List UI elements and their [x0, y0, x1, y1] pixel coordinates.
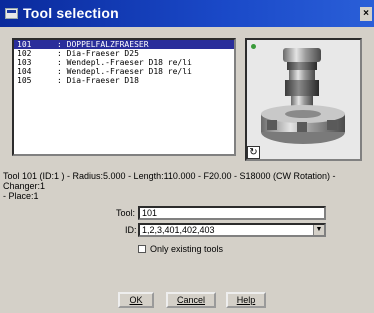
tool-list-item[interactable]: 101 : DOPPELFALZFRAESER [14, 40, 234, 49]
window-icon [5, 8, 18, 19]
tool-list-item[interactable]: 102 : Dia-Fraeser D25 [14, 49, 234, 58]
tool-number: 105 [17, 76, 32, 85]
tool-name: : Wendepl.-Fraeser D18 re/li [57, 58, 192, 67]
tool-number: 101 [17, 40, 32, 49]
tool-name: : Dia-Fraeser D18 [57, 76, 139, 85]
tool-number: 104 [17, 67, 32, 76]
refresh-icon[interactable]: ↻ [247, 146, 260, 159]
tool-list[interactable]: 101 : DOPPELFALZFRAESER 102 : Dia-Fraeser … [12, 38, 236, 156]
help-button[interactable]: Help [226, 292, 266, 308]
tool-list-item[interactable]: 104 : Wendepl.-Fraeser D18 re/li [14, 67, 234, 76]
tool-image [261, 48, 345, 144]
tool-list-item[interactable]: 103 : Wendepl.-Fraeser D18 re/li [14, 58, 234, 67]
tool-label: Tool: [116, 208, 136, 218]
tool-name: : Dia-Fraeser D25 [57, 49, 139, 58]
tool-number: 102 [17, 49, 32, 58]
tool-name: : DOPPELFALZFRAESER [57, 40, 149, 49]
tool-preview: ↻ [245, 38, 362, 161]
close-button[interactable]: × [360, 7, 372, 21]
ok-button[interactable]: OK [118, 292, 154, 308]
chevron-down-icon[interactable]: ▼ [313, 225, 324, 235]
id-dropdown[interactable]: 1,2,3,401,402,403 ▼ [138, 223, 326, 237]
cancel-button[interactable]: Cancel [166, 292, 216, 308]
tool-info: Tool 101 (ID:1 ) - Radius:5.000 - Length… [3, 171, 365, 201]
window-title: Tool selection [23, 5, 119, 21]
tool-number: 103 [17, 58, 32, 67]
tool-name: : Wendepl.-Fraeser D18 re/li [57, 67, 192, 76]
only-existing-label: Only existing tools [150, 244, 224, 254]
tool-list-item[interactable]: 105 : Dia-Fraeser D18 [14, 76, 234, 85]
title-bar: Tool selection × [0, 0, 374, 27]
tool-input[interactable]: 101 [138, 206, 326, 220]
only-existing-checkbox[interactable] [138, 245, 146, 253]
tool-info-line: Tool 101 (ID:1 ) - Radius:5.000 - Length… [3, 171, 336, 181]
tool-info-line: - Place:1 [3, 191, 39, 201]
id-label: ID: [125, 225, 137, 235]
tool-info-line: Changer:1 [3, 181, 46, 191]
id-value: 1,2,3,401,402,403 [142, 225, 215, 235]
